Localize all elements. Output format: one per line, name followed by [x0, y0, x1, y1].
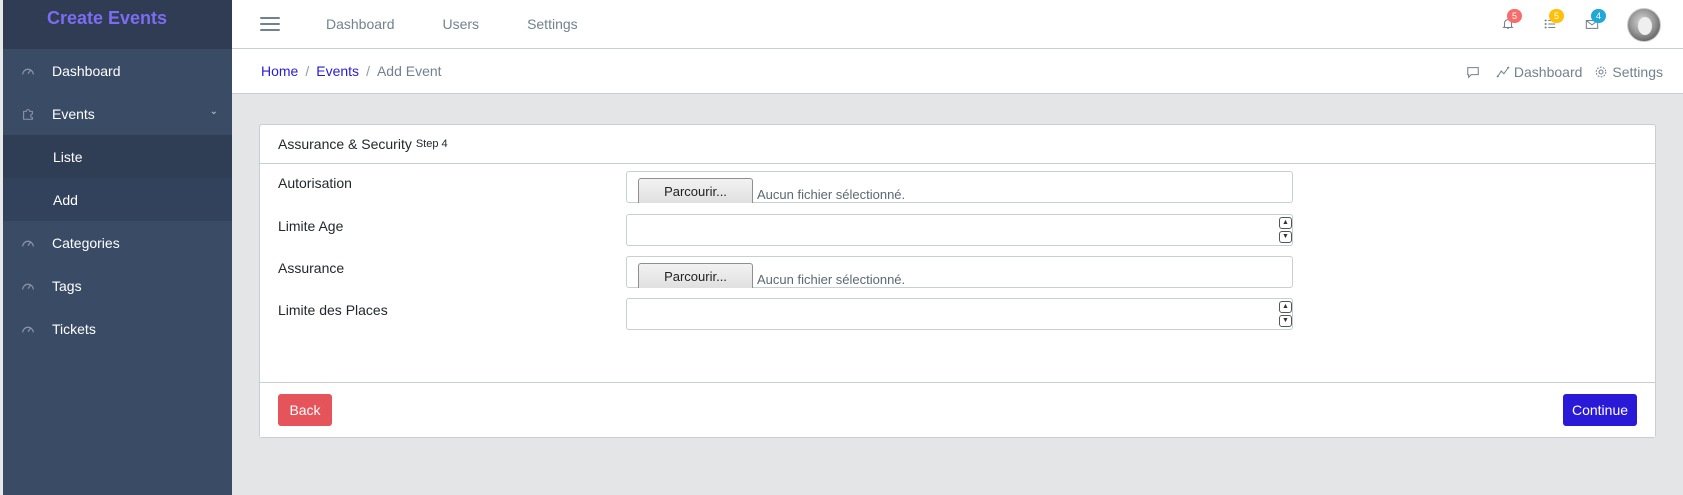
- decrement-arrow-icon[interactable]: ▼: [1279, 315, 1292, 327]
- sidebar-item-label: Liste: [53, 148, 83, 165]
- sidebar-item-label: Tickets: [52, 320, 96, 337]
- form-row-assurance: Assurance Parcourir... Aucun fichier sél…: [278, 256, 1638, 288]
- list-icon[interactable]: 5: [1543, 8, 1564, 33]
- speech-bubble-icon[interactable]: [1466, 65, 1484, 79]
- header-link-settings[interactable]: Settings: [527, 16, 578, 32]
- breadcrumb-menu: Dashboard Settings: [1454, 49, 1663, 94]
- sidebar-item-liste[interactable]: Liste: [0, 135, 232, 178]
- header-link-users[interactable]: Users: [443, 16, 480, 32]
- sidebar-item-label: Dashboard: [52, 62, 121, 79]
- card-step: Step 4: [415, 138, 448, 150]
- speedometer-icon: [20, 278, 36, 294]
- number-spinner[interactable]: ▲ ▼: [1279, 301, 1293, 327]
- brand-title: Create Events: [47, 8, 168, 28]
- field-label: Assurance: [278, 260, 345, 276]
- autorisation-file-input[interactable]: Parcourir... Aucun fichier sélectionné.: [626, 171, 1293, 203]
- sidebar-item-label: Events: [52, 105, 95, 122]
- sidebar-item-tickets[interactable]: Tickets: [0, 307, 232, 350]
- sidebar-edge: [0, 0, 3, 495]
- messages-badge: 4: [1591, 8, 1606, 23]
- file-status: Aucun fichier sélectionné.: [757, 187, 906, 202]
- sidebar-item-label: Tags: [52, 277, 82, 294]
- tasks-badge: 5: [1549, 8, 1564, 23]
- header-link-dashboard[interactable]: Dashboard: [326, 16, 395, 32]
- back-button[interactable]: Back: [278, 394, 332, 426]
- card-header: Assurance & Security Step 4: [260, 125, 1655, 164]
- form-card: Assurance & Security Step 4 Autorisation…: [259, 124, 1656, 438]
- form-row-autorisation: Autorisation Parcourir... Aucun fichier …: [278, 171, 1638, 203]
- sidebar: Create Events Dashboard Events ⌄ Liste A…: [0, 0, 232, 495]
- breadcrumb-settings-link[interactable]: Settings: [1594, 64, 1663, 80]
- header-actions: 5 5 4: [1501, 0, 1661, 49]
- field-label: Autorisation: [278, 175, 352, 191]
- sidebar-item-add[interactable]: Add: [0, 178, 232, 221]
- puzzle-icon: [20, 106, 36, 122]
- graph-icon: [1496, 66, 1510, 77]
- notification-badge: 5: [1507, 8, 1522, 23]
- speedometer-icon: [20, 235, 36, 251]
- envelope-icon[interactable]: 4: [1585, 8, 1606, 33]
- field-label: Limite Age: [278, 218, 344, 234]
- brand[interactable]: Create Events: [0, 0, 232, 49]
- sidebar-item-dashboard[interactable]: Dashboard: [0, 49, 232, 92]
- breadcrumb-events[interactable]: Events: [316, 63, 359, 79]
- breadcrumb-dashboard-link[interactable]: Dashboard: [1496, 63, 1583, 80]
- sidebar-item-tags[interactable]: Tags: [0, 264, 232, 307]
- continue-button[interactable]: Continue: [1563, 394, 1637, 426]
- breadcrumb-settings-label: Settings: [1612, 63, 1663, 80]
- sidebar-item-events[interactable]: Events ⌄: [0, 92, 232, 135]
- assurance-file-input[interactable]: Parcourir... Aucun fichier sélectionné.: [626, 256, 1293, 288]
- increment-arrow-icon[interactable]: ▲: [1279, 301, 1292, 313]
- gear-icon: [1596, 66, 1607, 77]
- field-label: Limite des Places: [278, 302, 388, 318]
- avatar[interactable]: [1627, 7, 1661, 42]
- top-header: Dashboard Users Settings 5 5 4: [232, 0, 1683, 49]
- limite-age-input[interactable]: [626, 214, 1293, 246]
- sidebar-item-label: Categories: [52, 234, 120, 251]
- hamburger-menu-icon[interactable]: [260, 17, 280, 31]
- breadcrumb-bar: Home / Events / Add Event Dashboard Settings: [232, 49, 1683, 94]
- browse-button[interactable]: Parcourir...: [638, 178, 753, 203]
- bell-icon[interactable]: 5: [1501, 8, 1522, 33]
- speedometer-icon: [20, 63, 36, 79]
- speedometer-icon: [20, 321, 36, 337]
- form-row-limite-places: Limite des Places ▲ ▼: [278, 298, 1638, 330]
- limite-places-input[interactable]: [626, 298, 1293, 330]
- breadcrumb: Home / Events / Add Event: [261, 63, 442, 79]
- breadcrumb-dashboard-label: Dashboard: [1513, 63, 1583, 80]
- number-spinner[interactable]: ▲ ▼: [1279, 217, 1293, 243]
- sidebar-item-categories[interactable]: Categories: [0, 221, 232, 264]
- breadcrumb-current: Add Event: [376, 63, 442, 79]
- decrement-arrow-icon[interactable]: ▼: [1279, 231, 1292, 243]
- form-row-limite-age: Limite Age ▲ ▼: [278, 214, 1638, 246]
- sidebar-item-label: Add: [53, 191, 78, 208]
- card-footer: Back Continue: [260, 382, 1655, 437]
- browse-button[interactable]: Parcourir...: [638, 263, 753, 288]
- file-status: Aucun fichier sélectionné.: [757, 272, 906, 287]
- card-title: Assurance & Security: [278, 136, 412, 152]
- chevron-down-icon: ⌄: [209, 106, 218, 117]
- increment-arrow-icon[interactable]: ▲: [1279, 217, 1292, 229]
- breadcrumb-home[interactable]: Home: [261, 63, 298, 79]
